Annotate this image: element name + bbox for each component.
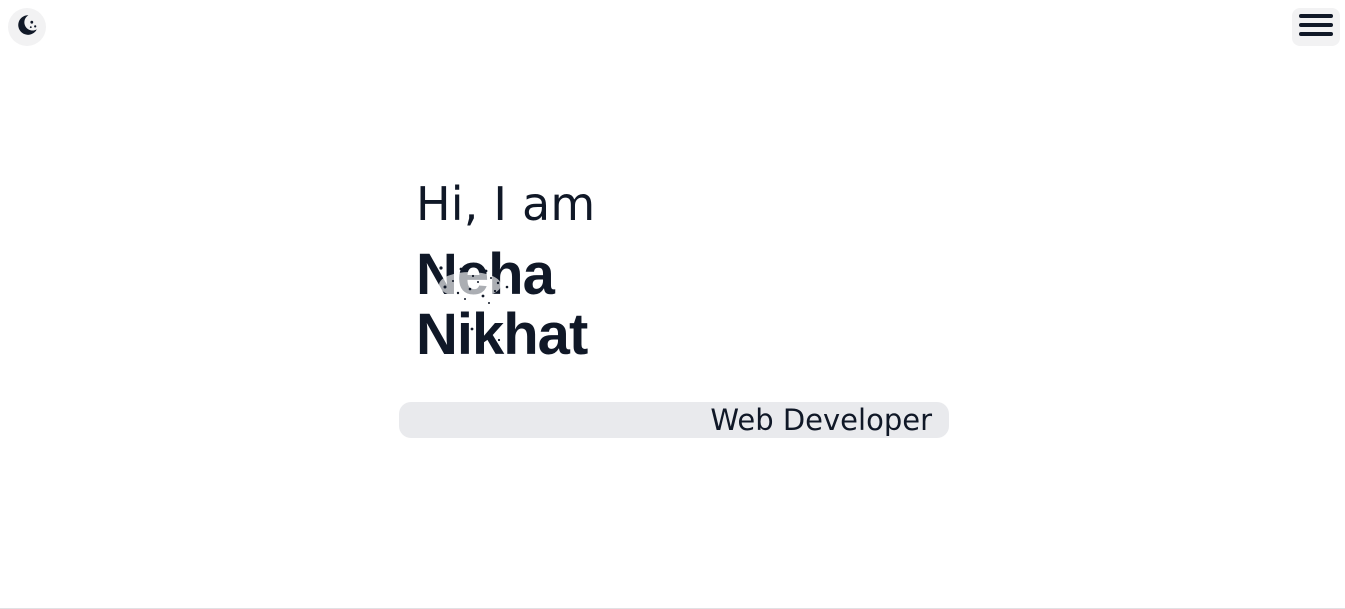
role-text: Web Developer [710, 403, 932, 437]
name-first: Neha [416, 242, 555, 307]
role-badge: Web Developer [399, 402, 949, 438]
hero-section: Hi, I am Neha Nikhat Web Developer [0, 0, 1345, 609]
name-last: Nikhat [416, 302, 588, 367]
greeting-text: Hi, I am [416, 177, 596, 231]
